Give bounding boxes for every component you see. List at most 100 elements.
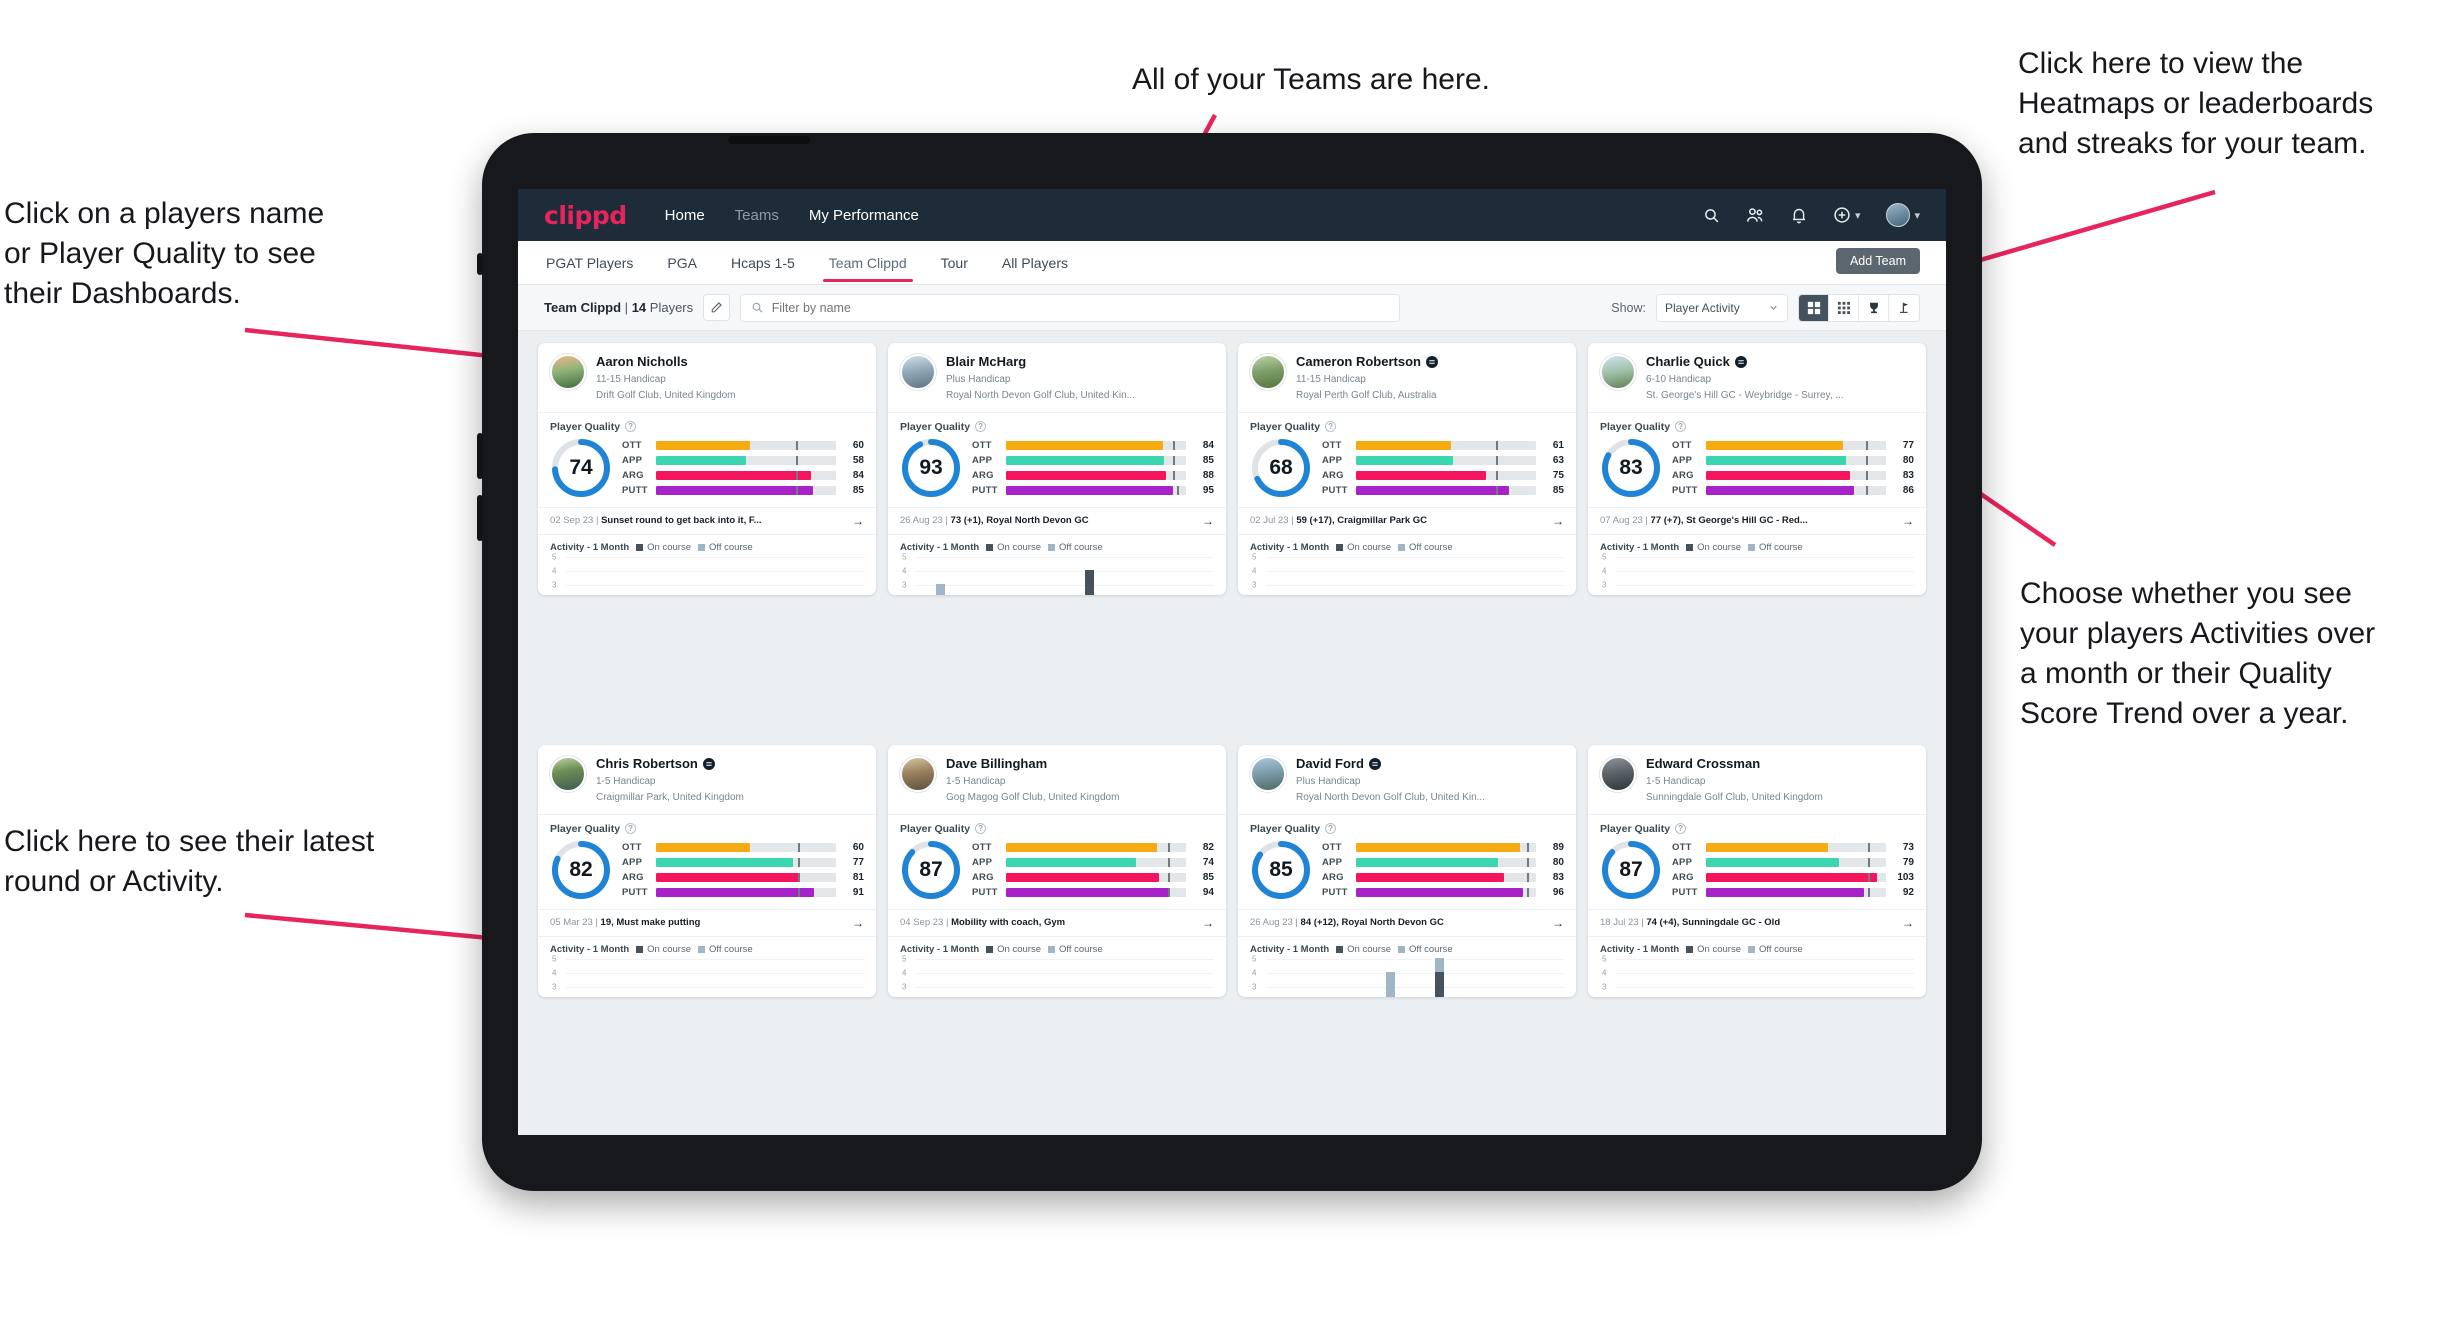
help-icon[interactable]: ? <box>1325 823 1337 835</box>
quality-score-value: 85 <box>1269 857 1293 881</box>
quality-score-ring[interactable]: 87 <box>1600 839 1662 901</box>
player-name[interactable]: Cameron Robertson <box>1296 354 1438 370</box>
search-icon[interactable] <box>1703 207 1720 224</box>
nav-item-teams[interactable]: Teams <box>735 207 779 224</box>
player-name[interactable]: Dave Billingham <box>946 756 1119 772</box>
plus-circle-menu[interactable]: ▾ <box>1833 206 1860 224</box>
player-card[interactable]: Dave Billingham 1-5 Handicap Gog Magog Gol… <box>888 745 1226 997</box>
add-team-button[interactable]: Add Team <box>1835 248 1920 274</box>
player-quality-label[interactable]: Player Quality <box>900 823 970 835</box>
player-quality-label[interactable]: Player Quality <box>900 421 970 433</box>
arrow-right-icon[interactable]: → <box>1552 916 1564 930</box>
latest-round-row[interactable]: 07 Aug 23 | 77 (+7), St George's Hill GC… <box>1588 506 1926 535</box>
player-quality-header: Player Quality? <box>888 413 1226 433</box>
player-card-header[interactable]: Edward Crossman 1-5 Handicap Sunningdale G… <box>1588 745 1926 815</box>
quality-score-ring[interactable]: 68 <box>1250 437 1312 499</box>
quality-score-ring[interactable]: 87 <box>900 839 962 901</box>
tab-all-players[interactable]: All Players <box>1000 243 1070 282</box>
player-name[interactable]: Chris Robertson <box>596 756 744 772</box>
player-name[interactable]: Blair McHarg <box>946 354 1135 370</box>
help-icon[interactable]: ? <box>1325 421 1337 433</box>
nav-item-my-performance[interactable]: My Performance <box>809 207 919 224</box>
flag-icon-button[interactable] <box>1889 294 1919 321</box>
trophy-icon-button[interactable] <box>1859 294 1889 321</box>
arrow-right-icon[interactable]: → <box>852 514 864 528</box>
nav-item-home[interactable]: Home <box>665 207 705 224</box>
quality-score-ring[interactable]: 93 <box>900 437 962 499</box>
latest-round-row[interactable]: 18 Jul 23 | 74 (+4), Sunningdale GC - Ol… <box>1588 908 1926 937</box>
quality-score-ring[interactable]: 82 <box>550 839 612 901</box>
player-name[interactable]: Aaron Nicholls <box>596 354 736 370</box>
metric-track <box>1706 440 1886 450</box>
player-quality-label[interactable]: Player Quality <box>550 823 620 835</box>
latest-round-row[interactable]: 02 Sep 23 | Sunset round to get back int… <box>538 506 876 535</box>
latest-round-row[interactable]: 26 Aug 23 | 73 (+1), Royal North Devon G… <box>888 506 1226 535</box>
player-card[interactable]: Charlie Quick 6-10 Handicap St. George's H… <box>1588 343 1926 595</box>
metric-label: APP <box>1322 856 1343 868</box>
player-name[interactable]: Edward Crossman <box>1646 756 1823 772</box>
quality-score-ring[interactable]: 85 <box>1250 839 1312 901</box>
player-quality-header: Player Quality? <box>538 413 876 433</box>
player-card-header[interactable]: Blair McHarg Plus Handicap Royal North Dev… <box>888 343 1226 413</box>
legend-swatch-on <box>1686 945 1694 953</box>
player-card-header[interactable]: Cameron Robertson 11-15 Handicap Royal Per… <box>1238 343 1576 413</box>
tab-pgat-players[interactable]: PGAT Players <box>544 243 635 282</box>
people-icon[interactable] <box>1746 207 1765 224</box>
latest-round-row[interactable]: 05 Mar 23 | 19, Must make putting → <box>538 908 876 937</box>
latest-round-row[interactable]: 26 Aug 23 | 84 (+12), Royal North Devon … <box>1238 908 1576 937</box>
tab-hcaps-1-5[interactable]: Hcaps 1-5 <box>729 243 797 282</box>
latest-round-row[interactable]: 02 Jul 23 | 59 (+17), Craigmillar Park G… <box>1238 506 1576 535</box>
player-quality-label[interactable]: Player Quality <box>1600 421 1670 433</box>
player-card-header[interactable]: Charlie Quick 6-10 Handicap St. George's H… <box>1588 343 1926 413</box>
grid-9-icon-button[interactable] <box>1829 294 1859 321</box>
bell-icon[interactable] <box>1791 207 1807 224</box>
arrow-right-icon[interactable]: → <box>1202 916 1214 930</box>
player-card-header[interactable]: David Ford Plus Handicap Royal North Devon… <box>1238 745 1576 815</box>
clippd-logo[interactable]: clippd <box>544 201 627 230</box>
quality-score-ring[interactable]: 74 <box>550 437 612 499</box>
show-select[interactable]: Player Activity <box>1656 293 1788 322</box>
arrow-right-icon[interactable]: → <box>1902 916 1914 930</box>
player-quality-label[interactable]: Player Quality <box>1250 421 1320 433</box>
arrow-right-icon[interactable]: → <box>1902 514 1914 528</box>
metric-track <box>1006 872 1186 882</box>
player-quality-label[interactable]: Player Quality <box>1250 823 1320 835</box>
player-card[interactable]: Edward Crossman 1-5 Handicap Sunningdale G… <box>1588 745 1926 997</box>
player-card-header[interactable]: Dave Billingham 1-5 Handicap Gog Magog Gol… <box>888 745 1226 815</box>
help-icon[interactable]: ? <box>1675 421 1687 433</box>
tab-tour[interactable]: Tour <box>939 243 970 282</box>
arrow-right-icon[interactable]: → <box>1552 514 1564 528</box>
player-card[interactable]: Cameron Robertson 11-15 Handicap Royal Per… <box>1238 343 1576 595</box>
player-quality-label[interactable]: Player Quality <box>1600 823 1670 835</box>
avatar-menu[interactable]: ▾ <box>1886 203 1920 227</box>
player-card-header[interactable]: Aaron Nicholls 11-15 Handicap Drift Golf C… <box>538 343 876 413</box>
metric-value: 63 <box>1552 454 1564 466</box>
metric-fill <box>1006 470 1167 480</box>
player-name[interactable]: Charlie Quick <box>1646 354 1844 370</box>
player-card-header[interactable]: Chris Robertson 1-5 Handicap Craigmillar P… <box>538 745 876 815</box>
tab-pga[interactable]: PGA <box>665 243 699 282</box>
latest-round-row[interactable]: 04 Sep 23 | Mobility with coach, Gym → <box>888 908 1226 937</box>
player-name[interactable]: David Ford <box>1296 756 1485 772</box>
help-icon[interactable]: ? <box>1675 823 1687 835</box>
search-field-wrapper[interactable] <box>740 293 1401 322</box>
search-input[interactable] <box>771 300 1390 315</box>
quality-score-value: 93 <box>919 455 943 479</box>
player-card[interactable]: Blair McHarg Plus Handicap Royal North Dev… <box>888 343 1226 595</box>
player-card[interactable]: Aaron Nicholls 11-15 Handicap Drift Golf C… <box>538 343 876 595</box>
player-quality-label[interactable]: Player Quality <box>550 421 620 433</box>
edit-team-button[interactable] <box>703 294 731 321</box>
grid-4-icon-button[interactable] <box>1799 294 1829 321</box>
help-icon[interactable]: ? <box>625 421 637 433</box>
arrow-right-icon[interactable]: → <box>1202 514 1214 528</box>
arrow-right-icon[interactable]: → <box>852 916 864 930</box>
player-card[interactable]: David Ford Plus Handicap Royal North Devon… <box>1238 745 1576 997</box>
metric-track <box>1706 455 1886 465</box>
help-icon[interactable]: ? <box>975 421 987 433</box>
legend-on-course: On course <box>1686 542 1741 553</box>
quality-score-ring[interactable]: 83 <box>1600 437 1662 499</box>
help-icon[interactable]: ? <box>975 823 987 835</box>
player-card[interactable]: Chris Robertson 1-5 Handicap Craigmillar P… <box>538 745 876 997</box>
help-icon[interactable]: ? <box>625 823 637 835</box>
tab-team-clippd[interactable]: Team Clippd <box>822 243 913 282</box>
